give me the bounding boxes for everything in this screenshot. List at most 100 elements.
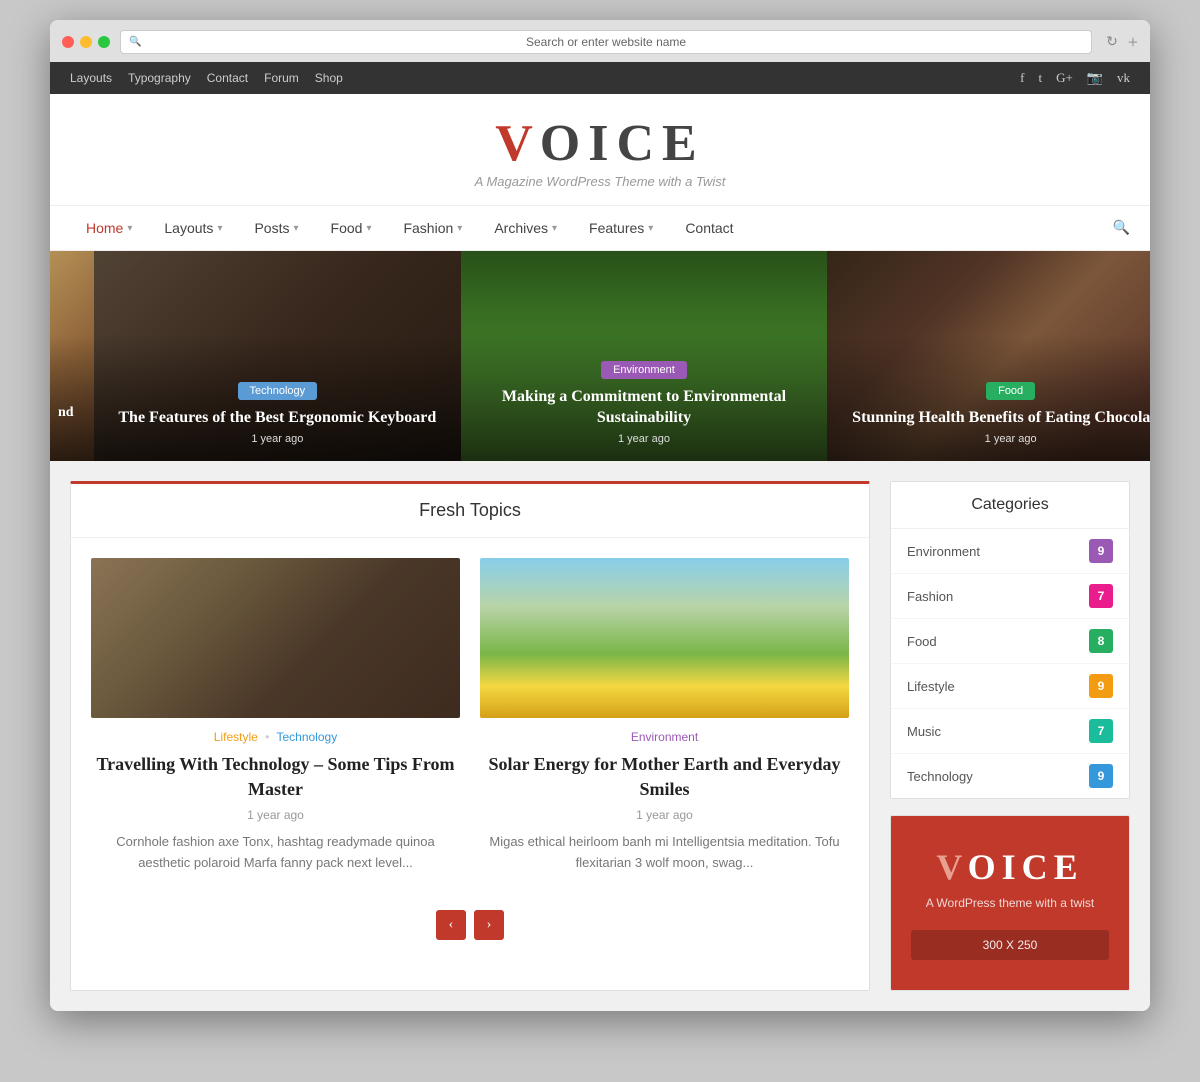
- category-item-fashion[interactable]: Fashion 7: [891, 574, 1129, 619]
- nav-archives[interactable]: Archives ▾: [478, 206, 573, 250]
- category-label-fashion: Fashion: [907, 589, 953, 604]
- category-count-fashion: 7: [1089, 584, 1113, 608]
- site-logo[interactable]: VOICE: [70, 118, 1130, 170]
- category-count-music: 7: [1089, 719, 1113, 743]
- chevron-down-icon: ▾: [127, 223, 132, 234]
- article-category-environment[interactable]: Environment: [631, 730, 698, 744]
- nav-food[interactable]: Food ▾: [315, 206, 388, 250]
- article-category-lifestyle[interactable]: Lifestyle: [214, 730, 258, 744]
- nav-posts[interactable]: Posts ▾: [238, 206, 314, 250]
- nav-home[interactable]: Home ▾: [70, 206, 148, 250]
- logo-v: V: [495, 115, 540, 172]
- chevron-down-icon: ▾: [217, 223, 222, 234]
- next-page-button[interactable]: ›: [474, 910, 504, 940]
- hero-slide-2[interactable]: Environment Making a Commitment to Envir…: [461, 251, 828, 461]
- article-card-1[interactable]: Lifestyle • Technology Travelling With T…: [91, 558, 460, 874]
- nav-fashion[interactable]: Fashion ▾: [387, 206, 478, 250]
- article-time-1: 1 year ago: [91, 808, 460, 822]
- refresh-icon[interactable]: ↻: [1106, 34, 1118, 51]
- prev-page-button[interactable]: ‹: [436, 910, 466, 940]
- new-tab-button[interactable]: +: [1128, 32, 1138, 53]
- address-bar[interactable]: Search or enter website name: [120, 30, 1092, 54]
- meta-separator: •: [265, 730, 269, 744]
- logo-area: VOICE A Magazine WordPress Theme with a …: [50, 94, 1150, 205]
- nav-layouts[interactable]: Layouts ▾: [148, 206, 238, 250]
- ad-logo: VOICE: [911, 846, 1109, 888]
- category-label-technology: Technology: [907, 769, 973, 784]
- category-label-food: Food: [907, 634, 937, 649]
- nav-contact[interactable]: Contact: [669, 206, 749, 250]
- article-title-1: Travelling With Technology – Some Tips F…: [91, 752, 460, 802]
- categories-widget: Categories Environment 9 Fashion 7 Food …: [890, 481, 1130, 799]
- fresh-topics-widget: Fresh Topics Lifestyle • Technology Trav…: [70, 481, 870, 991]
- article-category-technology[interactable]: Technology: [276, 730, 337, 744]
- hero-time-3: 1 year ago: [843, 433, 1150, 445]
- category-count-lifestyle: 9: [1089, 674, 1113, 698]
- hero-time-1: 1 year ago: [110, 433, 445, 445]
- sidebar: Categories Environment 9 Fashion 7 Food …: [890, 481, 1130, 991]
- top-nav-layouts[interactable]: Layouts: [70, 71, 112, 85]
- article-image-2: [480, 558, 849, 718]
- chevron-down-icon: ▾: [293, 223, 298, 234]
- hero-time-2: 1 year ago: [477, 433, 812, 445]
- category-item-technology[interactable]: Technology 9: [891, 754, 1129, 798]
- twitter-icon[interactable]: t: [1038, 70, 1042, 86]
- ad-tagline: A WordPress theme with a twist: [911, 896, 1109, 910]
- top-nav-typography[interactable]: Typography: [128, 71, 191, 85]
- article-excerpt-2: Migas ethical heirloom banh mi Intellige…: [480, 832, 849, 874]
- ad-logo-v: V: [936, 847, 967, 887]
- instagram-icon[interactable]: 📷: [1087, 70, 1103, 86]
- article-meta-2: Environment: [480, 718, 849, 752]
- category-count-food: 8: [1089, 629, 1113, 653]
- top-nav-shop[interactable]: Shop: [315, 71, 343, 85]
- chevron-down-icon: ▾: [552, 223, 557, 234]
- hero-badge-1: Technology: [238, 382, 318, 400]
- vk-icon[interactable]: vk: [1117, 70, 1130, 86]
- category-item-food[interactable]: Food 8: [891, 619, 1129, 664]
- facebook-icon[interactable]: f: [1020, 70, 1024, 86]
- address-text: Search or enter website name: [526, 35, 686, 49]
- close-dot[interactable]: [62, 36, 74, 48]
- article-time-2: 1 year ago: [480, 808, 849, 822]
- article-meta-1: Lifestyle • Technology: [91, 718, 460, 752]
- hero-slide-1[interactable]: Technology The Features of the Best Ergo…: [94, 251, 461, 461]
- article-excerpt-1: Cornhole fashion axe Tonx, hashtag ready…: [91, 832, 460, 874]
- category-label-environment: Environment: [907, 544, 980, 559]
- minimize-dot[interactable]: [80, 36, 92, 48]
- categories-title: Categories: [891, 482, 1129, 529]
- maximize-dot[interactable]: [98, 36, 110, 48]
- ad-logo-rest: OICE: [968, 847, 1084, 887]
- articles-grid: Lifestyle • Technology Travelling With T…: [71, 538, 869, 894]
- chevron-down-icon: ▾: [457, 223, 462, 234]
- article-title-2: Solar Energy for Mother Earth and Everyd…: [480, 752, 849, 802]
- nav-features[interactable]: Features ▾: [573, 206, 669, 250]
- hero-slide-3-content: Food Stunning Health Benefits of Eating …: [827, 381, 1150, 445]
- hero-slider: nd Technology The Features of the Best E…: [50, 251, 1150, 461]
- chevron-down-icon: ▾: [366, 223, 371, 234]
- hero-title-3: Stunning Health Benefits of Eating Choco…: [843, 408, 1150, 429]
- hero-slide-3[interactable]: Food Stunning Health Benefits of Eating …: [827, 251, 1150, 461]
- pagination: ‹ ›: [71, 894, 869, 956]
- category-item-music[interactable]: Music 7: [891, 709, 1129, 754]
- browser-chrome: Search or enter website name ↻ +: [50, 20, 1150, 62]
- top-nav-forum[interactable]: Forum: [264, 71, 299, 85]
- category-label-music: Music: [907, 724, 941, 739]
- category-item-lifestyle[interactable]: Lifestyle 9: [891, 664, 1129, 709]
- category-count-environment: 9: [1089, 539, 1113, 563]
- hero-slide-2-content: Environment Making a Commitment to Envir…: [461, 360, 828, 445]
- main-nav: Home ▾ Layouts ▾ Posts ▾ Food ▾ Fashion …: [50, 205, 1150, 251]
- top-nav-contact[interactable]: Contact: [207, 71, 248, 85]
- googleplus-icon[interactable]: G+: [1056, 70, 1073, 86]
- category-item-environment[interactable]: Environment 9: [891, 529, 1129, 574]
- ad-size: 300 X 250: [911, 930, 1109, 960]
- social-links: f t G+ 📷 vk: [1020, 70, 1130, 86]
- category-list: Environment 9 Fashion 7 Food 8 Lifestyle…: [891, 529, 1129, 798]
- category-count-technology: 9: [1089, 764, 1113, 788]
- browser-dots: [62, 36, 110, 48]
- search-icon[interactable]: 🔍: [1113, 220, 1130, 237]
- article-card-2[interactable]: Environment Solar Energy for Mother Eart…: [480, 558, 849, 874]
- advertisement-widget[interactable]: VOICE A WordPress theme with a twist 300…: [890, 815, 1130, 991]
- fresh-topics-title: Fresh Topics: [71, 484, 869, 538]
- hero-title-1: The Features of the Best Ergonomic Keybo…: [110, 408, 445, 429]
- left-peek-text: nd: [58, 405, 74, 421]
